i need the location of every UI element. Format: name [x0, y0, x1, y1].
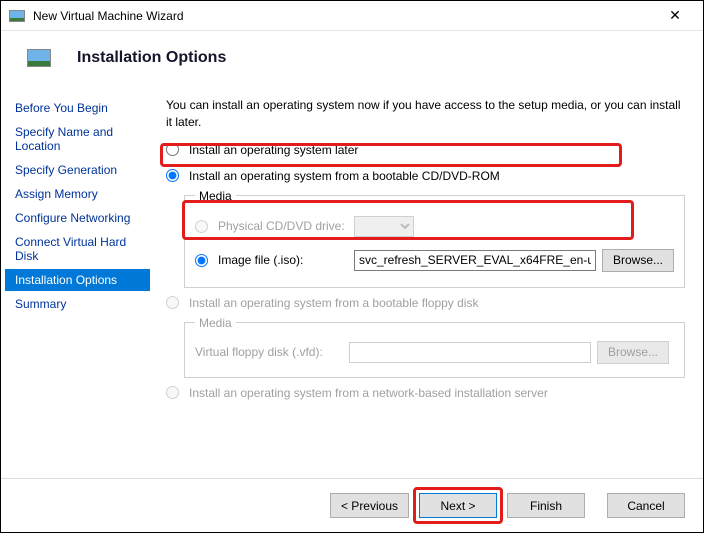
- select-physical-drive: [354, 216, 414, 237]
- browse-iso-button[interactable]: Browse...: [602, 249, 674, 272]
- label-install-later: Install an operating system later: [189, 143, 358, 157]
- cd-media-group: Media Physical CD/DVD drive: Image file …: [184, 189, 685, 288]
- sidebar: Before You Begin Specify Name and Locati…: [1, 85, 150, 478]
- sidebar-item-before-you-begin[interactable]: Before You Begin: [5, 97, 150, 119]
- option-install-floppy: Install an operating system from a boota…: [166, 294, 685, 312]
- label-install-network: Install an operating system from a netwo…: [189, 386, 548, 400]
- app-icon: [9, 10, 25, 22]
- next-button[interactable]: Next >: [419, 493, 497, 518]
- titlebar: New Virtual Machine Wizard ✕: [1, 1, 703, 31]
- content-pane: You can install an operating system now …: [150, 85, 703, 478]
- floppy-media-group: Media Virtual floppy disk (.vfd): Browse…: [184, 316, 685, 378]
- input-image-file[interactable]: [354, 250, 596, 271]
- row-vfd: Virtual floppy disk (.vfd): Browse...: [195, 341, 674, 364]
- sidebar-item-specify-name[interactable]: Specify Name and Location: [5, 121, 150, 157]
- sidebar-item-installation-options[interactable]: Installation Options: [5, 269, 150, 291]
- window-title: New Virtual Machine Wizard: [33, 9, 655, 23]
- radio-install-cd[interactable]: [166, 169, 179, 182]
- label-image-file: Image file (.iso):: [218, 253, 348, 267]
- option-install-network: Install an operating system from a netwo…: [166, 384, 685, 402]
- radio-image-file[interactable]: [195, 254, 208, 267]
- cancel-button[interactable]: Cancel: [607, 493, 685, 518]
- intro-text: You can install an operating system now …: [166, 97, 685, 131]
- sidebar-item-summary[interactable]: Summary: [5, 293, 150, 315]
- wizard-window: New Virtual Machine Wizard ✕ Installatio…: [0, 0, 704, 533]
- sidebar-item-configure-networking[interactable]: Configure Networking: [5, 207, 150, 229]
- label-install-cd: Install an operating system from a boota…: [189, 169, 500, 183]
- floppy-media-legend: Media: [195, 316, 236, 330]
- radio-install-later[interactable]: [166, 143, 179, 156]
- label-vfd: Virtual floppy disk (.vfd):: [195, 345, 343, 359]
- page-header: Installation Options: [1, 31, 703, 85]
- finish-button[interactable]: Finish: [507, 493, 585, 518]
- label-physical-drive: Physical CD/DVD drive:: [218, 219, 348, 233]
- page-title: Installation Options: [77, 49, 226, 67]
- option-physical-drive: Physical CD/DVD drive:: [195, 214, 674, 239]
- previous-button[interactable]: < Previous: [330, 493, 409, 518]
- sidebar-item-connect-vhd[interactable]: Connect Virtual Hard Disk: [5, 231, 150, 267]
- close-icon[interactable]: ✕: [655, 2, 695, 30]
- wizard-icon: [27, 49, 51, 67]
- option-install-cd[interactable]: Install an operating system from a boota…: [166, 167, 685, 185]
- radio-physical-drive: [195, 220, 208, 233]
- option-image-file[interactable]: Image file (.iso): Browse...: [195, 247, 674, 274]
- sidebar-item-assign-memory[interactable]: Assign Memory: [5, 183, 150, 205]
- radio-install-network: [166, 386, 179, 399]
- footer: < Previous Next > Finish Cancel: [1, 478, 703, 532]
- option-install-later[interactable]: Install an operating system later: [166, 141, 685, 159]
- radio-install-floppy: [166, 296, 179, 309]
- sidebar-item-specify-generation[interactable]: Specify Generation: [5, 159, 150, 181]
- input-vfd: [349, 342, 591, 363]
- cd-media-legend: Media: [195, 189, 236, 203]
- browse-vfd-button: Browse...: [597, 341, 669, 364]
- label-install-floppy: Install an operating system from a boota…: [189, 296, 479, 310]
